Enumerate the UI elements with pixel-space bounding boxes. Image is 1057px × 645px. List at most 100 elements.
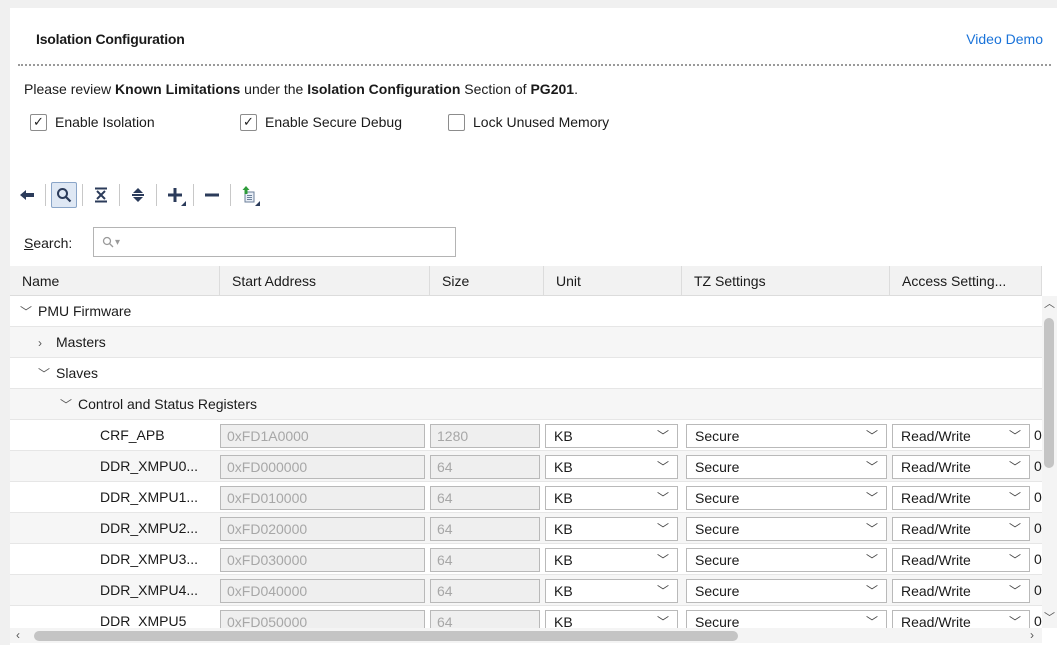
tree-label-slaves: Slaves — [56, 365, 99, 381]
unit-select[interactable]: KB ﹀ — [545, 548, 678, 572]
search-dropdown-icon[interactable]: ▾ — [115, 237, 120, 248]
tree-row-pmu-firmware[interactable]: ﹀ PMU Firmware — [10, 296, 1042, 327]
chevron-down-icon: ﹀ — [656, 615, 669, 628]
unit-value: KB — [554, 428, 573, 444]
tree-row-csr[interactable]: ﹀ Control and Status Registers — [10, 389, 1042, 420]
collapse-all-button[interactable] — [88, 182, 114, 208]
access-value: Read/Write — [901, 428, 971, 444]
enable-secure-debug-checkbox[interactable]: ✓ — [240, 113, 257, 131]
unit-select[interactable]: KB ﹀ — [545, 486, 678, 510]
search-icon — [102, 236, 114, 248]
video-demo-link[interactable]: Video Demo — [966, 31, 1043, 47]
register-name: DDR_XMPU2... — [100, 520, 199, 536]
scroll-up-icon[interactable]: ︿ — [1042, 296, 1057, 312]
unit-value: KB — [554, 614, 573, 628]
tree-label-csr: Control and Status Registers — [78, 396, 257, 412]
column-header-unit[interactable]: Unit — [544, 266, 682, 296]
lock-unused-memory-checkbox[interactable] — [448, 113, 465, 131]
toolbar-separator — [82, 184, 83, 206]
toolbar-separator — [119, 184, 120, 206]
import-button[interactable] — [236, 182, 262, 208]
tree-row-slaves[interactable]: ﹀ Slaves — [10, 358, 1042, 389]
scroll-down-icon[interactable]: ﹀ — [1042, 610, 1057, 626]
unit-select[interactable]: KB ﹀ — [545, 424, 678, 448]
start-address-field: 0xFD000000 — [220, 455, 425, 479]
table-row[interactable]: DDR_XMPU1... 0xFD010000 64 KB ﹀ Secure ﹀ Read/W… — [10, 482, 1042, 513]
panel-title: Isolation Configuration — [36, 31, 185, 47]
access-value: Read/Write — [901, 490, 971, 506]
remove-button[interactable] — [199, 182, 225, 208]
tz-settings-select[interactable]: Secure ﹀ — [686, 610, 887, 628]
scroll-left-icon[interactable]: ‹ — [10, 628, 26, 643]
toolbar-separator — [230, 184, 231, 206]
register-name: DDR_XMPU5 — [100, 613, 187, 628]
unit-select[interactable]: KB ﹀ — [545, 610, 678, 628]
tz-settings-select[interactable]: Secure ﹀ — [686, 424, 887, 448]
search-toggle-button[interactable] — [51, 182, 77, 208]
column-header-size[interactable]: Size — [430, 266, 544, 296]
table-row[interactable]: DDR_XMPU2... 0xFD020000 64 KB ﹀ Secure ﹀ Read/W… — [10, 513, 1042, 544]
truncated-cell: 0 — [1034, 458, 1042, 474]
tz-settings-select[interactable]: Secure ﹀ — [686, 517, 887, 541]
collapse-all-icon — [95, 187, 107, 203]
dropdown-corner-icon — [181, 201, 186, 206]
truncated-cell: 0 — [1034, 582, 1042, 598]
table-row[interactable]: CRF_APB 0xFD1A0000 1280 KB ﹀ Secure ﹀ Read/Writ… — [10, 420, 1042, 451]
review-notice: Please review Known Limitations under th… — [24, 81, 578, 97]
back-button[interactable] — [14, 182, 40, 208]
minus-icon — [205, 193, 219, 197]
access-settings-select[interactable]: Read/Write ﹀ — [892, 517, 1030, 541]
access-settings-select[interactable]: Read/Write ﹀ — [892, 455, 1030, 479]
table-row[interactable]: DDR_XMPU0... 0xFD000000 64 KB ﹀ Secure ﹀ Read/W… — [10, 451, 1042, 482]
doc-reference: PG201 — [530, 81, 575, 97]
lock-unused-memory-option[interactable]: Lock Unused Memory — [448, 111, 609, 133]
size-field: 1280 — [430, 424, 540, 448]
chevron-down-icon: ﹀ — [865, 553, 878, 567]
tz-settings-select[interactable]: Secure ﹀ — [686, 455, 887, 479]
column-header-start-address[interactable]: Start Address — [220, 266, 430, 296]
column-header-tz-settings[interactable]: TZ Settings — [682, 266, 890, 296]
vertical-scroll-thumb[interactable] — [1044, 318, 1054, 468]
size-field: 64 — [430, 486, 540, 510]
tree-node-masters: › Masters — [38, 327, 106, 358]
access-settings-select[interactable]: Read/Write ﹀ — [892, 579, 1030, 603]
tz-settings-select[interactable]: Secure ﹀ — [686, 548, 887, 572]
tz-settings-select[interactable]: Secure ﹀ — [686, 579, 887, 603]
unit-value: KB — [554, 459, 573, 475]
access-value: Read/Write — [901, 459, 971, 475]
scroll-right-icon[interactable]: › — [1024, 628, 1040, 643]
horizontal-scroll-thumb[interactable] — [34, 631, 738, 641]
chevron-right-icon[interactable]: › — [38, 328, 56, 359]
table-row[interactable]: DDR_XMPU3... 0xFD030000 64 KB ﹀ Secure ﹀ Read/W… — [10, 544, 1042, 575]
chevron-down-icon[interactable]: ﹀ — [38, 359, 56, 390]
tz-settings-select[interactable]: Secure ﹀ — [686, 486, 887, 510]
enable-isolation-checkbox[interactable]: ✓ — [30, 113, 47, 131]
chevron-down-icon: ﹀ — [656, 584, 669, 598]
chevron-down-icon[interactable]: ﹀ — [60, 390, 78, 421]
unit-select[interactable]: KB ﹀ — [545, 455, 678, 479]
chevron-down-icon: ﹀ — [865, 429, 878, 443]
access-settings-select[interactable]: Read/Write ﹀ — [892, 486, 1030, 510]
tree-row-masters[interactable]: › Masters — [10, 327, 1042, 358]
table-row[interactable]: DDR_XMPU4... 0xFD040000 64 KB ﹀ Secure ﹀ Read/W… — [10, 575, 1042, 606]
chevron-down-icon: ﹀ — [1008, 491, 1021, 505]
truncated-cell: 0 — [1034, 613, 1042, 628]
chevron-down-icon[interactable]: ﹀ — [20, 297, 38, 328]
unit-select[interactable]: KB ﹀ — [545, 579, 678, 603]
column-header-name[interactable]: Name — [10, 266, 220, 296]
column-header-access-settings[interactable]: Access Setting... — [890, 266, 1042, 296]
lock-unused-memory-label: Lock Unused Memory — [473, 114, 610, 130]
truncated-cell: 0 — [1034, 427, 1042, 443]
table-row[interactable]: DDR_XMPU5 0xFD050000 64 KB ﹀ Secure ﹀ Read/Writ… — [10, 606, 1042, 628]
access-settings-select[interactable]: Read/Write ﹀ — [892, 610, 1030, 628]
access-settings-select[interactable]: Read/Write ﹀ — [892, 424, 1030, 448]
search-input[interactable]: ▾ — [93, 227, 456, 257]
access-settings-select[interactable]: Read/Write ﹀ — [892, 548, 1030, 572]
expand-all-button[interactable] — [125, 182, 151, 208]
enable-secure-debug-option[interactable]: ✓ Enable Secure Debug — [240, 111, 402, 133]
add-button[interactable] — [162, 182, 188, 208]
enable-isolation-option[interactable]: ✓ Enable Isolation — [30, 111, 155, 133]
unit-value: KB — [554, 521, 573, 537]
unit-select[interactable]: KB ﹀ — [545, 517, 678, 541]
enable-isolation-label: Enable Isolation — [55, 114, 155, 130]
